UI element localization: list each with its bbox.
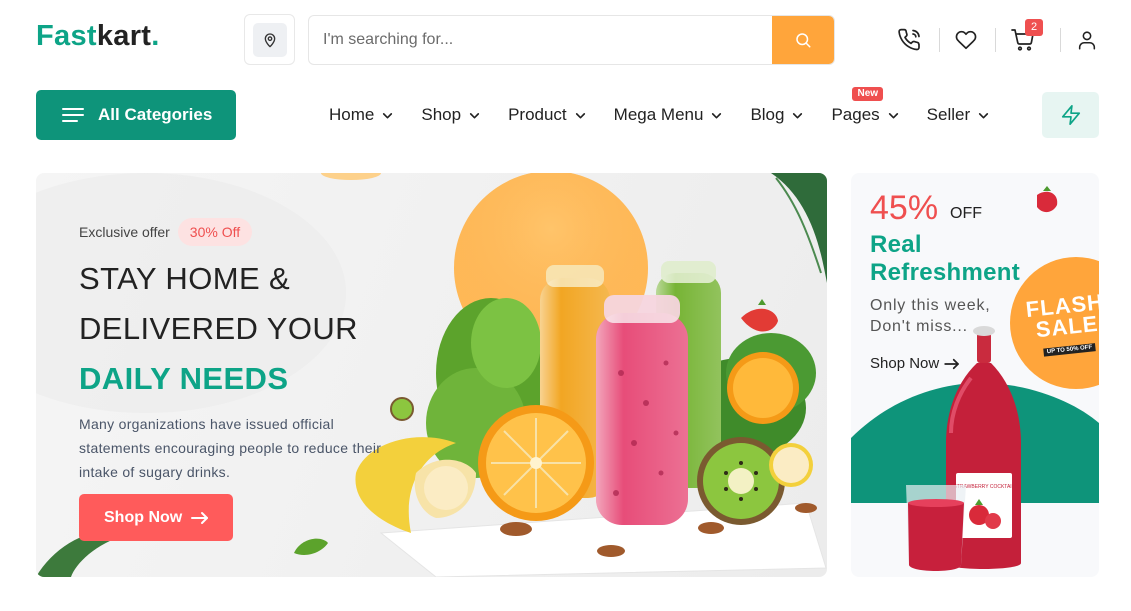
location-button[interactable] <box>244 14 295 65</box>
menu-icon <box>62 108 84 122</box>
hero-description: Many organizations have issued official … <box>79 416 382 480</box>
shop-now-button[interactable]: Shop Now <box>79 494 233 541</box>
new-badge: New <box>852 87 884 101</box>
user-icon <box>1078 31 1096 50</box>
logo-text-fast: Fast <box>36 20 97 52</box>
search-button[interactable] <box>772 16 834 64</box>
promo-subtitle: Only this week, Don't miss... <box>870 297 991 335</box>
all-categories-button[interactable]: All Categories <box>36 90 236 140</box>
cart-count-badge: 2 <box>1025 19 1043 36</box>
nav-item-label: Product <box>508 105 567 124</box>
nav-item-label: Seller <box>926 105 971 124</box>
chevron-down-icon <box>712 112 722 118</box>
logo-dot: . <box>151 20 160 52</box>
all-categories-label: All Categories <box>98 105 213 124</box>
main-nav: Home Shop Product Mega Menu Blog New Pag… <box>329 87 1017 127</box>
hero-headline-line1: STAY HOME & <box>79 261 291 296</box>
discount-badge: 30% Off <box>177 218 253 246</box>
chevron-down-icon <box>383 112 393 118</box>
nav-item-label: Pages <box>831 105 880 124</box>
arrow-right-icon <box>191 511 209 524</box>
search-input[interactable] <box>309 16 774 64</box>
phone-button[interactable] <box>895 25 925 55</box>
promo-percent: 45% <box>870 189 939 227</box>
nav-item-label: Home <box>329 105 375 124</box>
header-divider <box>995 28 996 52</box>
chevron-down-icon <box>979 112 989 118</box>
flash-sale-word2: SALE <box>1034 310 1099 343</box>
offer-row: Exclusive offer 30% Off <box>79 218 399 246</box>
arrow-right-icon <box>944 358 960 369</box>
nav-item-label: Blog <box>750 105 785 124</box>
promo-off-label: OFF <box>950 205 982 222</box>
flash-sale-badge: FLASH SALE UP TO 50% OFF <box>1023 289 1099 360</box>
nav-item-mega-menu[interactable]: Mega Menu <box>614 103 724 127</box>
promo-title: Real Refreshment <box>870 231 1021 286</box>
promo-banner[interactable]: STRAWBERRY COCKTAIL 45% OFF Real Refresh… <box>851 173 1099 577</box>
chevron-down-icon <box>575 112 585 118</box>
location-button-inner <box>252 22 287 57</box>
heart-icon <box>955 30 977 50</box>
search-icon <box>796 33 811 48</box>
hero-headline-line2: DELIVERED YOUR <box>79 311 358 346</box>
chevron-down-icon <box>793 112 803 118</box>
promo-shop-now-link[interactable]: Shop Now <box>870 355 960 372</box>
hero-banner[interactable]: Exclusive offer 30% Off STAY HOME & DELI… <box>36 173 827 577</box>
map-pin-icon <box>264 32 275 47</box>
nav-item-shop[interactable]: Shop <box>421 103 481 127</box>
nav-item-blog[interactable]: Blog <box>750 103 804 127</box>
wishlist-button[interactable] <box>951 25 981 55</box>
shop-now-label: Shop Now <box>104 508 183 526</box>
nav-item-home[interactable]: Home <box>329 103 394 127</box>
hero-content: Exclusive offer 30% Off STAY HOME & DELI… <box>79 218 399 541</box>
account-button[interactable] <box>1072 25 1102 55</box>
nav-item-label: Shop <box>421 105 462 124</box>
header-divider <box>939 28 940 52</box>
promo-shop-now-label: Shop Now <box>870 355 940 372</box>
nav-item-product[interactable]: Product <box>508 103 587 127</box>
chevron-down-icon <box>469 112 480 118</box>
nav-item-label: Mega Menu <box>613 105 704 124</box>
hero-headline-line3: DAILY NEEDS <box>79 361 289 396</box>
logo-text-kart: kart <box>96 20 152 52</box>
exclusive-offer-label: Exclusive offer <box>79 224 170 240</box>
search-bar <box>308 15 835 65</box>
nav-item-seller[interactable]: Seller <box>927 103 990 127</box>
nav-item-pages[interactable]: New Pages <box>831 87 899 127</box>
phone-icon <box>898 28 920 51</box>
logo[interactable]: Fastkart. <box>36 20 160 53</box>
chevron-down-icon <box>888 112 898 118</box>
deals-button[interactable] <box>1042 92 1099 138</box>
header-divider <box>1060 28 1061 52</box>
zap-icon <box>1061 105 1080 125</box>
